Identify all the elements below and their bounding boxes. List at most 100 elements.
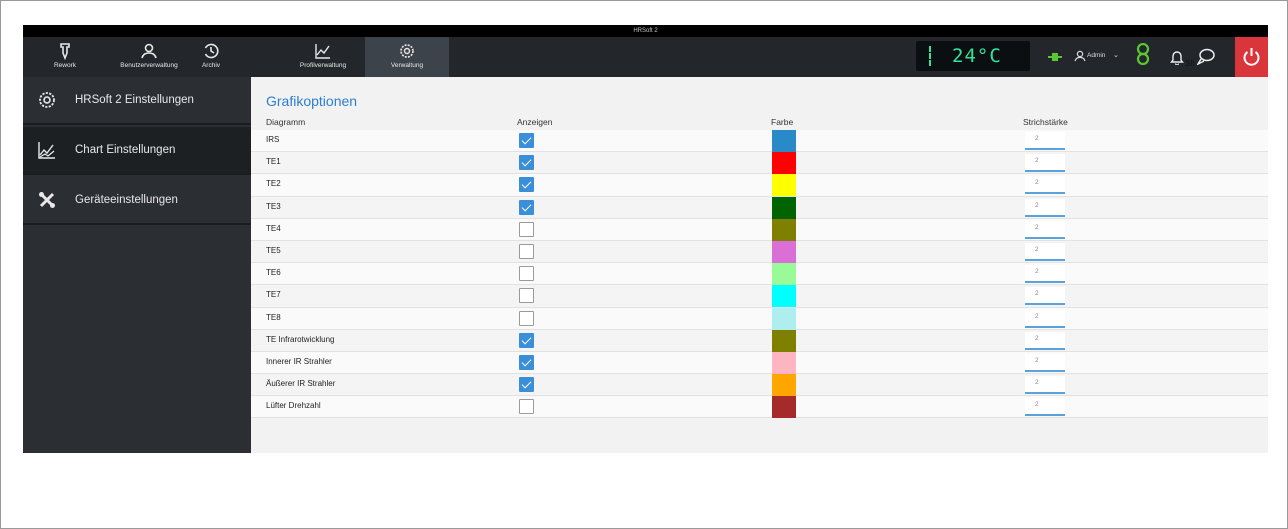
color-swatch[interactable] [772, 396, 796, 419]
color-swatch[interactable] [772, 329, 796, 352]
sidebar-item-hrsoft-settings[interactable]: HRSoft 2 Einstellungen [23, 77, 251, 125]
temperature-value: 24°C [952, 45, 1002, 67]
color-swatch[interactable] [772, 196, 796, 219]
column-header-stroke-width: Strichstärke [1023, 117, 1068, 127]
toolbar-administration-button[interactable]: Verwaltung [365, 37, 449, 77]
series-name: TE4 [266, 223, 281, 233]
column-header-color: Farbe [771, 117, 794, 127]
table-row: TE4 2 [251, 218, 1268, 241]
show-series-checkbox[interactable] [519, 155, 534, 171]
color-swatch[interactable] [772, 130, 796, 152]
user-menu[interactable]: Admin [1087, 52, 1105, 59]
stroke-width-input[interactable]: 2 [1025, 242, 1065, 261]
chat-bubble-icon[interactable] [1197, 48, 1215, 65]
show-series-checkbox[interactable] [519, 288, 534, 304]
series-name: TE3 [266, 201, 281, 211]
toolbar-rework-button[interactable]: Rework [23, 37, 107, 77]
toolbar-label: Verwaltung [390, 62, 424, 69]
show-series-checkbox[interactable] [519, 221, 534, 237]
table-row: Äußerer IR Strahler 2 [251, 374, 1268, 397]
color-swatch[interactable] [772, 240, 796, 263]
window-title: HRSoft 2 [23, 25, 1268, 37]
stroke-width-input[interactable]: 2 [1025, 309, 1065, 328]
status-indicator-icon[interactable] [1135, 43, 1151, 65]
app-window: HRSoft 2 Rework Benutzerverwaltung Archi… [23, 25, 1268, 453]
archive-history-icon [204, 43, 219, 59]
stroke-width-input[interactable]: 2 [1025, 220, 1065, 239]
color-swatch[interactable] [772, 174, 796, 197]
profile-chart-icon [315, 44, 330, 59]
table-row: TE1 2 [251, 152, 1268, 175]
stroke-width-input[interactable]: 2 [1025, 287, 1065, 306]
table-row: TE8 2 [251, 307, 1268, 330]
color-swatch[interactable] [772, 351, 796, 374]
stroke-width-input[interactable]: 2 [1025, 353, 1065, 372]
temperature-indicator [929, 46, 932, 66]
stroke-width-input[interactable]: 2 [1025, 176, 1065, 195]
user-management-icon [141, 43, 157, 59]
show-series-checkbox[interactable] [519, 177, 534, 193]
table-row: TE3 2 [251, 196, 1268, 219]
table-row: TE2 2 [251, 174, 1268, 197]
toolbar-archive-button[interactable]: Archiv [191, 37, 231, 77]
stroke-width-input[interactable]: 2 [1025, 132, 1065, 150]
color-swatch[interactable] [772, 307, 796, 330]
gear-icon [39, 92, 55, 108]
user-icon[interactable] [1074, 50, 1086, 62]
color-swatch[interactable] [772, 285, 796, 308]
power-icon [1243, 48, 1260, 66]
gear-icon [400, 44, 414, 58]
show-series-checkbox[interactable] [519, 199, 534, 215]
top-toolbar: Rework Benutzerverwaltung Archiv Profilv… [23, 37, 1268, 77]
show-series-checkbox[interactable] [519, 377, 534, 393]
series-name: TE6 [266, 268, 281, 278]
rework-icon [60, 43, 70, 60]
show-series-checkbox[interactable] [519, 266, 534, 282]
table-row: TE Infrarotwicklung 2 [251, 329, 1268, 352]
table-row: Lüfter Drehzahl 2 [251, 396, 1268, 419]
series-name: TE8 [266, 312, 281, 322]
show-series-checkbox[interactable] [519, 310, 534, 326]
sidebar-item-label: HRSoft 2 Einstellungen [75, 94, 194, 106]
chevron-down-icon[interactable]: ⌄ [1113, 51, 1119, 59]
connection-plug-icon[interactable] [1048, 50, 1062, 64]
color-swatch[interactable] [772, 218, 796, 241]
color-swatch[interactable] [772, 152, 796, 175]
table-row: TE5 2 [251, 240, 1268, 264]
toolbar-label: Rework [53, 62, 77, 69]
stroke-width-input[interactable]: 2 [1025, 154, 1065, 173]
sh-label: Sh [1185, 59, 1195, 68]
toolbar-label: Archiv [201, 62, 221, 69]
bell-icon[interactable] [1170, 49, 1184, 65]
settings-sidebar: HRSoft 2 Einstellungen Chart Einstellung… [23, 77, 251, 453]
sidebar-item-device-settings[interactable]: Geräteeinstellungen [23, 177, 251, 225]
series-name: TE1 [266, 157, 281, 167]
series-name: Äußerer IR Strahler [266, 379, 336, 389]
page-frame: HRSoft 2 Rework Benutzerverwaltung Archi… [0, 0, 1288, 529]
stroke-width-input[interactable]: 2 [1025, 398, 1065, 417]
stroke-width-input[interactable]: 2 [1025, 376, 1065, 395]
table-row: TE7 2 [251, 285, 1268, 308]
series-name: Innerer IR Strahler [266, 356, 332, 366]
color-swatch[interactable] [772, 263, 796, 286]
show-series-checkbox[interactable] [519, 332, 534, 348]
toolbar-user-management-button[interactable]: Benutzerverwaltung [107, 37, 191, 77]
toolbar-profile-button[interactable]: Profilverwaltung [281, 37, 365, 77]
stroke-width-input[interactable]: 2 [1025, 198, 1065, 217]
show-series-checkbox[interactable] [519, 399, 534, 415]
color-swatch[interactable] [772, 374, 796, 397]
series-name: TE5 [266, 245, 281, 255]
stroke-width-input[interactable]: 2 [1025, 265, 1065, 284]
show-series-checkbox[interactable] [519, 243, 534, 259]
page-title: Grafikoptionen [266, 93, 358, 109]
sidebar-item-chart-settings[interactable]: Chart Einstellungen [23, 127, 251, 175]
temperature-display: 24°C [916, 41, 1030, 71]
toolbar-label: Benutzerverwaltung [120, 62, 178, 69]
show-series-checkbox[interactable] [519, 133, 534, 148]
power-button[interactable] [1235, 37, 1268, 77]
show-series-checkbox[interactable] [519, 354, 534, 370]
table-row: Innerer IR Strahler 2 [251, 351, 1268, 375]
stroke-width-input[interactable]: 2 [1025, 331, 1065, 350]
sidebar-item-label: Chart Einstellungen [75, 144, 176, 156]
series-options-table: IRS 2 TE1 2 TE2 2 TE3 2 TE4 2 TE5 2 TE6 2 TE7 2 TE8 2 TE I… [251, 130, 1268, 419]
